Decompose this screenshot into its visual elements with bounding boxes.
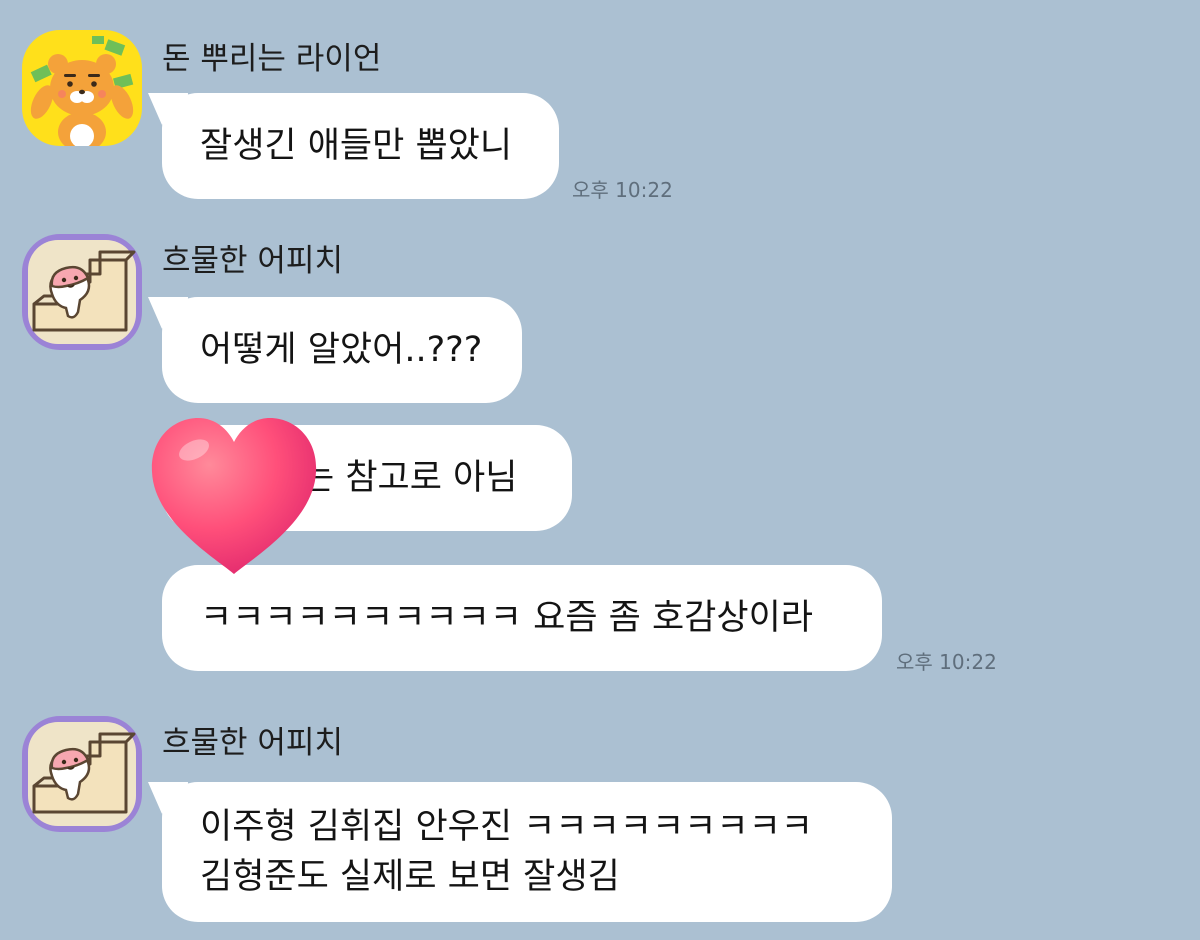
message-bubble[interactable]: ㅋㅋㅋㅋㅋㅋㅋㅋㅋㅋ 요즘 좀 호감상이라 [162, 565, 882, 671]
message-timestamp: 오후 10:22 [572, 178, 673, 202]
message-text: ㅋㅋㅋㅋㅋㅋㅋㅋㅋㅋ 요즘 좀 호감상이라 [200, 598, 813, 638]
avatar-ryan[interactable] [22, 30, 142, 146]
message-text: 어떻게 알았어..??? [200, 330, 483, 370]
message-bubble[interactable]: 이주형 김휘집 안우진 ㅋㅋㅋㅋㅋㅋㅋㅋㅋ 김형준도 실제로 보면 잘생김 [162, 782, 892, 922]
message-bubble[interactable]: 잘생긴 애들만 뽑았니 [162, 93, 559, 199]
sender-name: 돈 뿌리는 라이언 [162, 41, 382, 77]
message-text: 는 참고로 아님 [302, 458, 518, 498]
heart-sticker-icon [151, 418, 317, 574]
message-text: 잘생긴 애들만 뽑았니 [200, 126, 513, 166]
apeach-on-stairs-icon [22, 234, 142, 350]
message-text-line: 김형준도 실제로 보면 잘생김 [200, 857, 620, 897]
heart-sticker [148, 414, 320, 580]
sender-name: 흐물한 어피치 [162, 243, 343, 279]
message-timestamp: 오후 10:22 [896, 650, 997, 674]
apeach-on-stairs-icon [22, 716, 142, 832]
avatar-apeach[interactable] [22, 716, 142, 832]
avatar-apeach[interactable] [22, 234, 142, 350]
message-bubble[interactable]: 어떻게 알았어..??? [162, 297, 522, 403]
message-text-line: 이주형 김휘집 안우진 ㅋㅋㅋㅋㅋㅋㅋㅋㅋ [200, 807, 813, 847]
ryan-throwing-money-icon [22, 30, 142, 146]
sender-name: 흐물한 어피치 [162, 725, 343, 761]
